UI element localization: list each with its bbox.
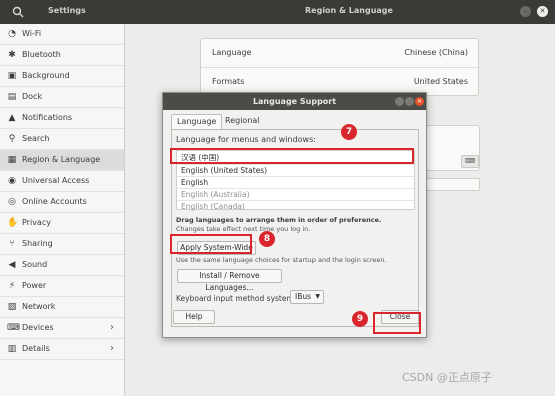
sidebar-item-label: Notifications	[22, 113, 73, 122]
language-menu-label: Language for menus and windows:	[176, 135, 316, 144]
sidebar-item-sound[interactable]: ◀ Sound	[0, 255, 124, 276]
sidebar-item-label: Wi-Fi	[22, 29, 42, 38]
formats-label: Formats	[212, 77, 245, 86]
sound-icon: ◀	[8, 260, 16, 270]
sidebar-item-label: Dock	[22, 92, 43, 101]
dialog-close-icon[interactable]: ✕	[415, 97, 424, 106]
close-window-button[interactable]: ✕	[537, 6, 548, 17]
chevron-right-icon: ›	[110, 343, 114, 354]
language-value: Chinese (China)	[404, 48, 468, 57]
tab-regional-formats[interactable]: Regional Formats	[220, 114, 265, 139]
sidebar-item-label: Sound	[22, 260, 48, 269]
tab-language[interactable]: Language	[171, 114, 223, 129]
bluetooth-icon: ✱	[8, 50, 16, 60]
sidebar-item-label: Search	[22, 134, 50, 143]
app-title: Settings	[48, 6, 86, 15]
language-item-english[interactable]: English	[177, 177, 414, 189]
sidebar-item-label: Privacy	[22, 218, 51, 227]
details-icon: ▥	[7, 344, 17, 354]
dialog-titlebar: Language Support ✕	[163, 93, 426, 110]
keyboard-icon[interactable]: ⌨	[461, 155, 479, 168]
keyboard-input-value: IBus	[295, 292, 312, 301]
sidebar-item-privacy[interactable]: ✋ Privacy	[0, 213, 124, 234]
title-bar: Settings Region & Language – ✕	[0, 0, 555, 24]
language-row[interactable]: Language Chinese (China)	[201, 39, 478, 67]
accessibility-icon: ◉	[8, 176, 16, 186]
language-support-dialog: Language Support ✕ Language Regional For…	[162, 92, 427, 338]
network-icon: ▨	[7, 302, 17, 312]
sidebar-item-network[interactable]: ▨ Network	[0, 297, 124, 318]
dialog-title: Language Support	[252, 97, 337, 106]
keyboard-input-label: Keyboard input method system:	[176, 294, 297, 303]
drag-hint-secondary: Changes take effect next time you log in…	[176, 225, 311, 233]
watermark: CSDN @正点原子	[402, 371, 492, 384]
dialog-minimize-button[interactable]	[395, 97, 404, 106]
sidebar-item-power[interactable]: ⚡ Power	[0, 276, 124, 297]
sidebar-item-label: Online Accounts	[22, 197, 87, 206]
sidebar-item-devices[interactable]: ⌨ Devices ›	[0, 318, 124, 339]
annotation-marker-9: 9	[352, 311, 368, 327]
sidebar-item-label: Power	[22, 281, 47, 290]
dialog-maximize-button[interactable]	[405, 97, 414, 106]
formats-value: United States	[413, 77, 468, 86]
highlight-close-button	[373, 312, 421, 334]
language-item-english-us[interactable]: English (United States)	[177, 165, 414, 177]
sidebar-item-label: Sharing	[22, 239, 53, 248]
panel-title: Region & Language	[305, 6, 393, 15]
chevron-right-icon: ›	[110, 322, 114, 333]
language-format-panel: Language Chinese (China) Formats United …	[200, 38, 479, 96]
devices-icon: ⌨	[7, 323, 20, 333]
drag-hint: Drag languages to arrange them in order …	[176, 216, 382, 224]
install-remove-languages-button[interactable]: Install / Remove Languages...	[177, 269, 282, 292]
apply-hint: Use the same language choices for startu…	[176, 256, 387, 264]
sidebar-item-label: Network	[22, 302, 56, 311]
sidebar-item-dock[interactable]: ▤ Dock	[0, 87, 124, 108]
wifi-icon: ◔	[8, 29, 16, 39]
input-sources-row	[420, 178, 480, 191]
bell-icon: ▲	[8, 113, 16, 123]
highlight-apply-button	[170, 234, 252, 254]
sidebar-item-sharing[interactable]: ⑂ Sharing	[0, 234, 124, 255]
privacy-icon: ✋	[7, 218, 19, 228]
annotation-marker-7: 7	[341, 124, 357, 140]
chevron-down-icon: ▼	[315, 293, 320, 300]
annotation-marker-8: 8	[259, 231, 275, 247]
sidebar-item-region-language[interactable]: ▦ Region & Language	[0, 150, 124, 171]
sidebar-item-background[interactable]: ▣ Background	[0, 66, 124, 87]
sidebar-item-bluetooth[interactable]: ✱ Bluetooth	[0, 45, 124, 66]
dock-icon: ▤	[7, 92, 17, 102]
keyboard-input-select[interactable]: IBus ▼	[290, 290, 324, 304]
sidebar-item-label: Bluetooth	[22, 50, 61, 59]
sidebar-item-online-accounts[interactable]: ◎ Online Accounts	[0, 192, 124, 213]
sidebar-item-label: Devices	[22, 323, 54, 332]
sidebar-item-universal-access[interactable]: ◉ Universal Access	[0, 171, 124, 192]
language-item-english-ca[interactable]: English (Canada)	[177, 201, 414, 213]
sidebar-item-label: Region & Language	[22, 155, 101, 164]
language-label: Language	[212, 48, 252, 57]
help-button[interactable]: Help	[173, 310, 215, 324]
sidebar-item-label: Details	[22, 344, 50, 353]
search-icon[interactable]	[12, 6, 24, 18]
language-item-english-au[interactable]: English (Australia)	[177, 189, 414, 201]
sidebar-item-notifications[interactable]: ▲ Notifications	[0, 108, 124, 129]
minimize-button[interactable]: –	[520, 6, 531, 17]
sidebar-item-details[interactable]: ▥ Details ›	[0, 339, 124, 360]
power-icon: ⚡	[8, 281, 16, 291]
background-icon: ▣	[7, 71, 17, 81]
highlight-language-item	[170, 148, 414, 164]
sidebar-item-label: Universal Access	[22, 176, 90, 185]
sidebar-item-label: Background	[22, 71, 70, 80]
sidebar-item-search[interactable]: ⚲ Search	[0, 129, 124, 150]
share-icon: ⑂	[9, 239, 15, 249]
sidebar: ◔ Wi-Fi ✱ Bluetooth ▣ Background ▤ Dock ▲ Notific…	[0, 24, 125, 396]
sidebar-item-wi-fi[interactable]: ◔ Wi-Fi	[0, 24, 124, 45]
region-icon: ▦	[7, 155, 17, 165]
search-icon: ⚲	[8, 134, 16, 144]
online-accounts-icon: ◎	[8, 197, 16, 207]
